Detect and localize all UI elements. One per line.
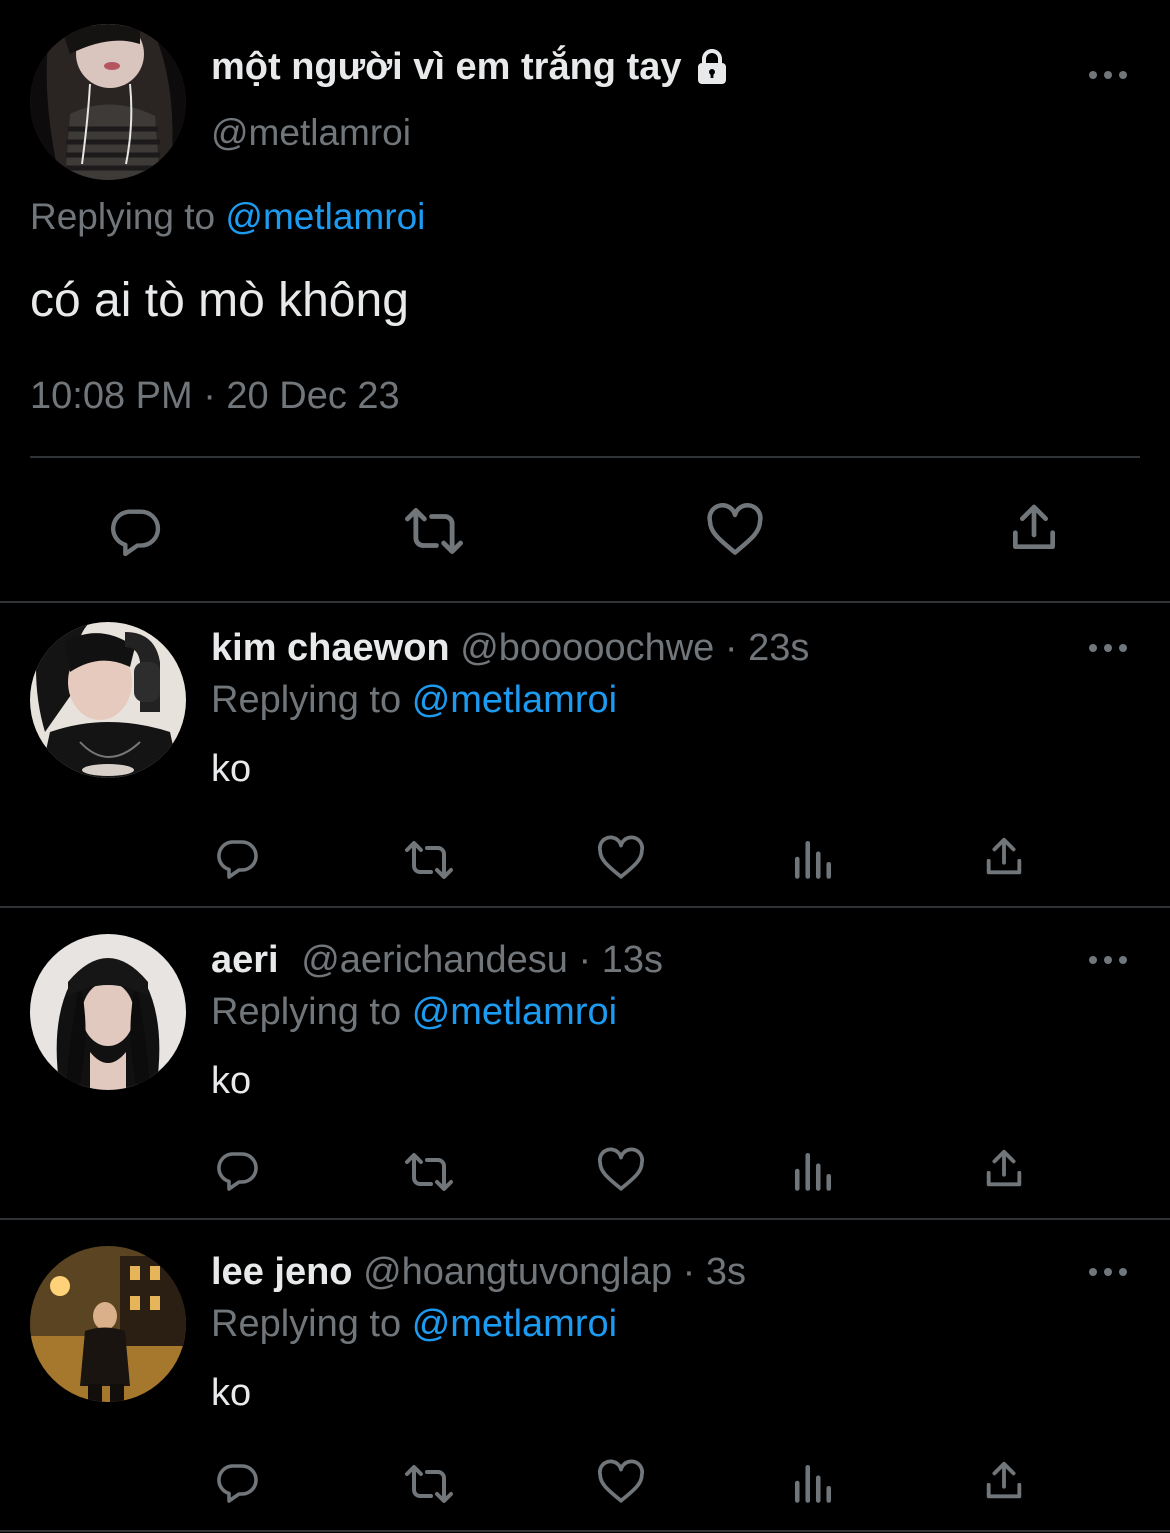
lock-icon — [692, 47, 732, 87]
more-options-icon[interactable] — [1088, 68, 1128, 82]
replying-prefix: Replying to — [211, 679, 402, 721]
tweet-text: có ai tò mò không — [30, 274, 409, 327]
share-icon[interactable] — [981, 1146, 1027, 1192]
display-name[interactable]: lee jeno — [211, 1251, 353, 1293]
replying-handle-link[interactable]: @metlamroi — [412, 679, 617, 721]
retweet-icon[interactable] — [400, 502, 468, 560]
views-icon[interactable] — [792, 1150, 834, 1192]
like-icon[interactable] — [596, 834, 646, 882]
reply-icon[interactable] — [106, 502, 164, 560]
replying-handle-link[interactable]: @metlamroi — [412, 1303, 617, 1345]
reply-icon[interactable] — [213, 834, 261, 882]
reply-header: kim chaewon @booooochwe · 23s — [211, 625, 809, 671]
reply-time[interactable]: · 13s — [579, 939, 663, 981]
handle[interactable]: @hoangtuvonglap — [363, 1251, 672, 1293]
reply-header: lee jeno @hoangtuvonglap · 3s — [211, 1249, 746, 1295]
like-icon[interactable] — [596, 1458, 646, 1506]
reply-text: ko — [211, 1372, 252, 1414]
retweet-icon[interactable] — [400, 1148, 458, 1196]
divider — [30, 456, 1140, 458]
handle[interactable]: @aerichandesu — [301, 939, 568, 981]
reply-text: ko — [211, 748, 252, 790]
reply-icon[interactable] — [213, 1458, 261, 1506]
like-icon[interactable] — [705, 502, 765, 558]
share-icon[interactable] — [981, 1458, 1027, 1504]
divider — [0, 1218, 1170, 1220]
like-icon[interactable] — [596, 1146, 646, 1194]
divider — [0, 1530, 1170, 1532]
replying-to: Replying to @metlamroi — [211, 1301, 617, 1347]
replying-to: Replying to @metlamroi — [30, 194, 425, 240]
replying-handle-link[interactable]: @metlamroi — [225, 196, 425, 237]
avatar-image — [30, 1246, 186, 1402]
more-options-icon[interactable] — [1088, 641, 1128, 655]
avatar-image — [30, 24, 186, 180]
avatar-image — [30, 622, 186, 778]
more-options-icon[interactable] — [1088, 953, 1128, 967]
main-tweet-avatar[interactable] — [30, 24, 186, 180]
main-tweet-name-row: một người vì em trắng tay — [211, 44, 732, 90]
display-name[interactable]: kim chaewon — [211, 627, 450, 669]
display-name[interactable]: một người vì em trắng tay — [211, 44, 682, 90]
handle[interactable]: @metlamroi — [211, 110, 411, 156]
reply-avatar[interactable] — [30, 1246, 186, 1402]
replying-prefix: Replying to — [211, 1303, 402, 1345]
display-name[interactable]: aeri — [211, 939, 279, 981]
divider — [0, 601, 1170, 603]
timestamp[interactable]: 10:08 PM · 20 Dec 23 — [30, 373, 400, 419]
views-icon[interactable] — [792, 838, 834, 880]
reply-header: aeri @aerichandesu · 13s — [211, 937, 663, 983]
reply-icon[interactable] — [213, 1146, 261, 1194]
replying-to: Replying to @metlamroi — [211, 677, 617, 723]
share-icon[interactable] — [981, 834, 1027, 880]
reply-avatar[interactable] — [30, 622, 186, 778]
divider — [0, 906, 1170, 908]
replying-prefix: Replying to — [30, 196, 216, 237]
reply-time[interactable]: · 3s — [683, 1251, 746, 1293]
views-icon[interactable] — [792, 1462, 834, 1504]
handle[interactable]: @booooochwe — [460, 627, 714, 669]
avatar-image — [30, 934, 186, 1090]
reply-text: ko — [211, 1060, 252, 1102]
retweet-icon[interactable] — [400, 836, 458, 884]
retweet-icon[interactable] — [400, 1460, 458, 1508]
more-options-icon[interactable] — [1088, 1265, 1128, 1279]
reply-avatar[interactable] — [30, 934, 186, 1090]
reply-time[interactable]: · 23s — [725, 627, 809, 669]
replying-prefix: Replying to — [211, 991, 402, 1033]
share-icon[interactable] — [1006, 500, 1062, 556]
replying-to: Replying to @metlamroi — [211, 989, 617, 1035]
replying-handle-link[interactable]: @metlamroi — [412, 991, 617, 1033]
